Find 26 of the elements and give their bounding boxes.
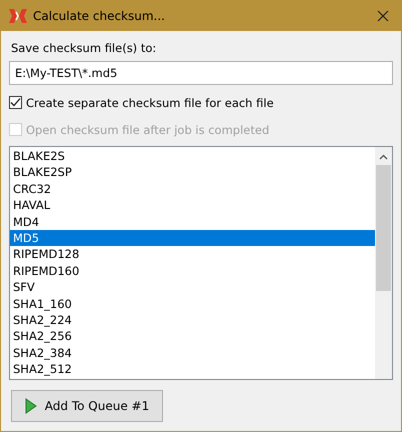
option-checkbox[interactable]: Create separate checksum file for each file — [9, 93, 393, 112]
app-logo-icon — [9, 9, 27, 23]
algorithm-item[interactable]: SHA2_224 — [10, 312, 375, 328]
algorithm-item[interactable]: SHA2_384 — [10, 344, 375, 362]
save-path-field[interactable]: E:\My-TEST\*.md5 — [9, 61, 393, 85]
algorithm-item[interactable]: SFV — [10, 279, 375, 296]
algorithm-item[interactable]: BLAKE2SP — [10, 164, 375, 181]
save-path-label: Save checksum file(s) to: — [11, 41, 158, 55]
algorithm-item[interactable]: MD4 — [10, 214, 375, 230]
checkmark-icon — [10, 97, 21, 108]
algorithm-item[interactable]: RIPEMD128 — [10, 246, 375, 263]
algorithm-item[interactable]: SHA1_160 — [10, 296, 375, 312]
window-title: Calculate checksum... — [33, 9, 166, 23]
scrollbar[interactable] — [375, 147, 392, 379]
add-to-queue-button[interactable]: Add To Queue #1 — [11, 390, 163, 422]
play-icon — [24, 398, 37, 414]
close-icon[interactable] — [377, 10, 389, 22]
scrollbar-thumb[interactable] — [376, 165, 391, 291]
algorithm-item[interactable]: RIPEMD160 — [10, 262, 375, 280]
algorithm-item[interactable]: SHA2_512 — [10, 361, 375, 378]
algorithm-item[interactable]: HAVAL — [10, 197, 375, 214]
scroll-up-icon[interactable] — [379, 154, 388, 160]
algorithm-item[interactable]: SHA2_256 — [10, 328, 375, 345]
algorithm-item[interactable]: BLAKE2S — [10, 148, 375, 164]
algorithm-item[interactable]: CRC32 — [10, 180, 375, 198]
algorithm-item[interactable]: MD5 — [10, 230, 375, 246]
